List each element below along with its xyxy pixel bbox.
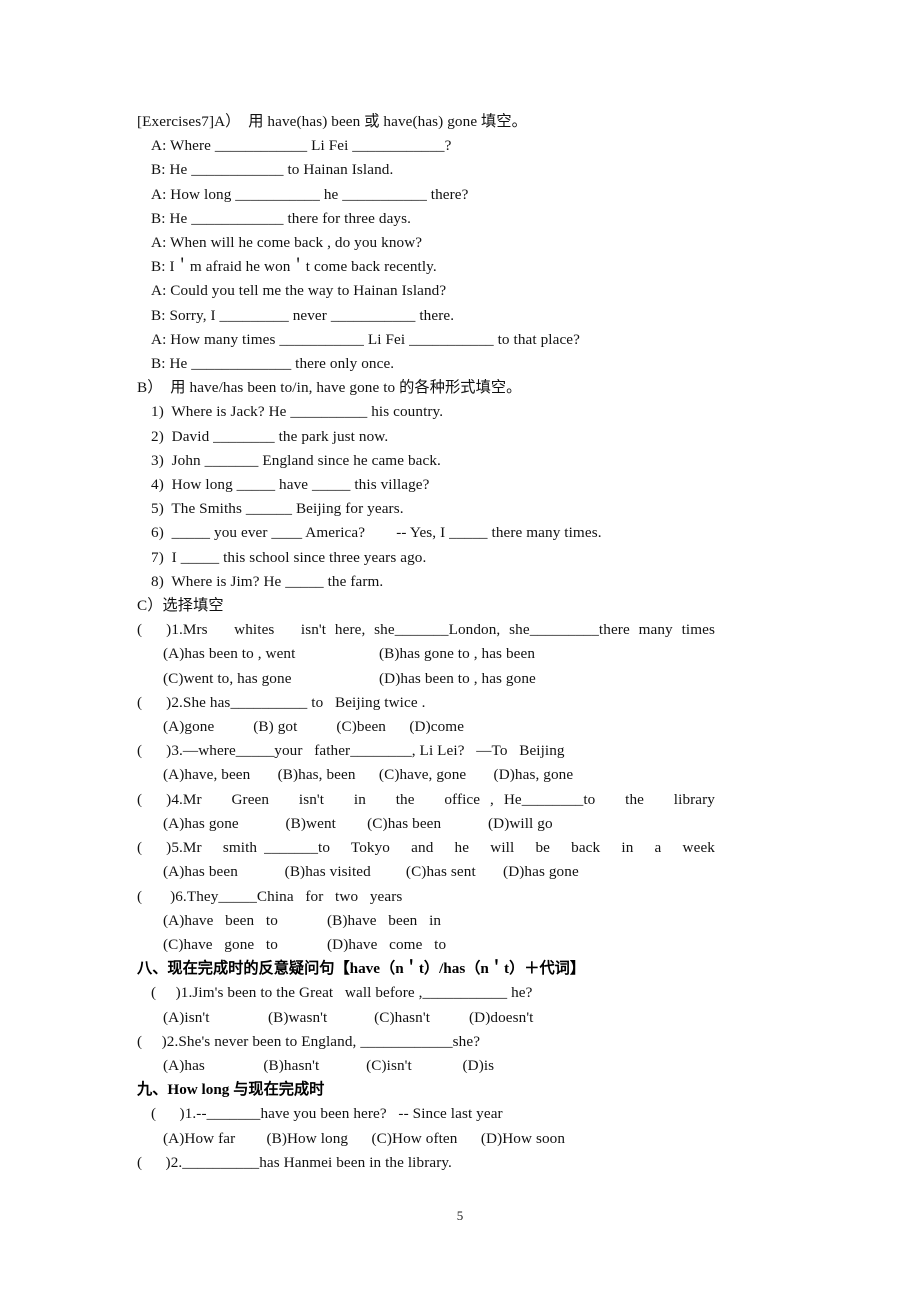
question-text: )4.Mr Green isn't in the office , He____… xyxy=(166,790,715,808)
question-paren: ( xyxy=(137,887,143,905)
dialogue-line: B: I＇m afraid he won＇t come back recentl… xyxy=(151,258,437,276)
question-stem: ( )3.—where_____your father________, Li L… xyxy=(137,739,715,763)
dialogue-line: B: Sorry, I _________ never ___________ … xyxy=(151,306,455,324)
option-row: (C)have gone to (D)have come to xyxy=(137,933,715,957)
dialogue-line: A: How many times ___________ Li Fei ___… xyxy=(151,330,580,348)
list-item: 8) Where is Jim? He _____ the farm. xyxy=(151,572,384,590)
question-text: )5.Mr smith _______to Tokyo and he will … xyxy=(166,839,715,857)
option-row[interactable]: (A)has been (B)has visited (C)has sent (… xyxy=(137,860,715,884)
question-stem: ( )1.Jim's been to the Great wall before… xyxy=(151,984,533,1002)
list-item: 2) David ________ the park just now. xyxy=(151,427,389,445)
list-item: 5) The Smiths ______ Beijing for years. xyxy=(151,500,404,518)
option-a[interactable]: (A)have been to xyxy=(163,909,327,933)
option-row[interactable]: (A)has (B)hasn't (C)isn't (D)is xyxy=(137,1054,715,1078)
document-page: [Exercises7]A） 用 have(has) been 或 have(h… xyxy=(0,0,920,1302)
question-stem: ( )1.Mrs whites isn't here, she_______Lon… xyxy=(137,618,715,642)
question-text: )2.She has__________ to Beijing twice . xyxy=(166,693,426,711)
option-row: (C)went to, has gone (D)has been to , has… xyxy=(137,667,715,691)
list-item: 7) I _____ this school since three years… xyxy=(151,548,427,566)
option-c[interactable]: (C)have gone to xyxy=(163,933,327,957)
dialogue-line: B: He ____________ to Hainan Island. xyxy=(151,161,394,179)
option-row[interactable]: (A)How far (B)How long (C)How often (D)H… xyxy=(137,1127,715,1151)
question-paren: ( xyxy=(137,839,143,857)
question-text: )6.They_____China for two years xyxy=(166,887,403,905)
question-stem: ( )6.They_____China for two years xyxy=(137,885,715,909)
document-content: [Exercises7]A） 用 have(has) been 或 have(h… xyxy=(137,110,715,1175)
question-paren: ( xyxy=(137,621,143,639)
option-a[interactable]: (A)has been to , went xyxy=(163,642,379,666)
option-row[interactable]: (A)isn't (B)wasn't (C)hasn't (D)doesn't xyxy=(137,1006,715,1030)
option-row[interactable]: (A)have, been (B)has, been (C)have, gone… xyxy=(137,763,715,787)
section-a-heading: [Exercises7]A） 用 have(has) been 或 have(h… xyxy=(137,113,527,130)
list-item: 6) _____ you ever ____ America? -- Yes, … xyxy=(151,524,602,542)
list-item: 3) John _______ England since he came ba… xyxy=(151,451,441,469)
question-stem: ( )2.She's never been to England, ______… xyxy=(137,1032,481,1050)
dialogue-line: A: When will he come back , do you know? xyxy=(151,234,423,252)
question-paren: ( xyxy=(137,693,143,711)
section-eight-heading: 八、现在完成时的反意疑问句【have（n＇t）/has（n＇t）＋代词】 xyxy=(137,960,586,978)
dialogue-line: B: He _____________ there only once. xyxy=(151,355,395,373)
section-nine-heading: 九、How long 与现在完成时 xyxy=(137,1081,325,1099)
question-paren: ( xyxy=(137,790,143,808)
option-row[interactable]: (A)has gone (B)went (C)has been (D)will … xyxy=(137,812,715,836)
question-stem: ( )1.--_______have you been here? -- Sin… xyxy=(151,1105,503,1123)
option-d[interactable]: (D)have come to xyxy=(327,936,446,953)
dialogue-line: A: Where ____________ Li Fei ___________… xyxy=(151,137,452,155)
question-stem: ( )5.Mr smith _______to Tokyo and he will… xyxy=(137,836,715,860)
question-text: )1.Mrs whites isn't here, she_______Lond… xyxy=(166,621,715,639)
question-stem: ( )4.Mr Green isn't in the office , He___… xyxy=(137,788,715,812)
question-text: )3.—where_____your father________, Li Le… xyxy=(166,742,565,760)
option-b[interactable]: (B)have been in xyxy=(327,912,441,929)
dialogue-line: B: He ____________ there for three days. xyxy=(151,209,412,227)
option-row[interactable]: (A)gone (B) got (C)been (D)come xyxy=(137,715,715,739)
question-paren: ( xyxy=(137,742,143,760)
option-b[interactable]: (B)has gone to , has been xyxy=(379,645,535,662)
option-row: (A)has been to , went (B)has gone to , ha… xyxy=(137,642,715,666)
option-d[interactable]: (D)has been to , has gone xyxy=(379,670,536,687)
dialogue-line: A: How long ___________ he ___________ t… xyxy=(151,185,469,203)
option-c[interactable]: (C)went to, has gone xyxy=(163,667,379,691)
section-b-heading: B） 用 have/has been to/in, have gone to 的… xyxy=(137,379,522,397)
question-stem: ( )2.__________has Hanmei been in the li… xyxy=(137,1153,452,1171)
option-row: (A)have been to (B)have been in xyxy=(137,909,715,933)
page-number: 5 xyxy=(456,1208,464,1223)
list-item: 1) Where is Jack? He __________ his coun… xyxy=(151,403,444,421)
dialogue-line: A: Could you tell me the way to Hainan I… xyxy=(151,282,447,300)
question-stem: ( )2.She has__________ to Beijing twice . xyxy=(137,691,715,715)
section-c-heading: C）选择填空 xyxy=(137,597,224,615)
list-item: 4) How long _____ have _____ this villag… xyxy=(151,476,430,494)
